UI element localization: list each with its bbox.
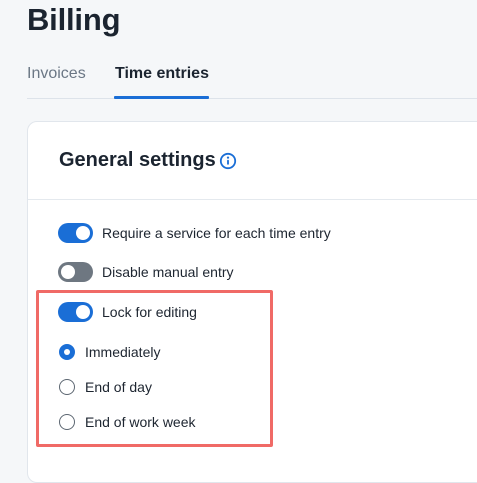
end-of-day-radio[interactable] [59, 379, 75, 395]
lock-option-end-of-work-week[interactable]: End of work week [59, 410, 196, 434]
disable-manual-entry-toggle[interactable] [58, 262, 93, 282]
require-service-label: Require a service for each time entry [102, 225, 331, 241]
toggle-knob [61, 265, 75, 279]
lock-option-immediately[interactable]: Immediately [59, 340, 160, 364]
end-of-work-week-label: End of work week [85, 414, 196, 430]
toggle-knob [76, 226, 90, 240]
disable-manual-entry-label: Disable manual entry [102, 264, 234, 280]
lock-option-end-of-day[interactable]: End of day [59, 375, 152, 399]
end-of-day-label: End of day [85, 379, 152, 395]
end-of-work-week-radio[interactable] [59, 414, 75, 430]
tab-invoices[interactable]: Invoices [27, 64, 86, 84]
tabs-divider [27, 98, 477, 99]
info-circle-icon[interactable] [219, 152, 237, 170]
setting-require-service: Require a service for each time entry [58, 221, 331, 245]
lock-for-editing-label: Lock for editing [102, 304, 197, 320]
page-title: Billing [27, 2, 121, 37]
immediately-label: Immediately [85, 344, 161, 360]
active-tab-indicator [114, 96, 209, 99]
tab-time-entries[interactable]: Time entries [115, 64, 209, 84]
toggle-knob [76, 305, 90, 319]
setting-lock-for-editing: Lock for editing [58, 300, 197, 324]
immediately-radio[interactable] [59, 344, 75, 360]
card-header: General settings [28, 122, 477, 200]
radio-dot [64, 349, 70, 355]
lock-for-editing-toggle[interactable] [58, 302, 93, 322]
setting-disable-manual-entry: Disable manual entry [58, 260, 234, 284]
require-service-toggle[interactable] [58, 223, 93, 243]
card-title: General settings [59, 149, 216, 171]
tabs-bar: Invoices Time entries [0, 60, 477, 100]
